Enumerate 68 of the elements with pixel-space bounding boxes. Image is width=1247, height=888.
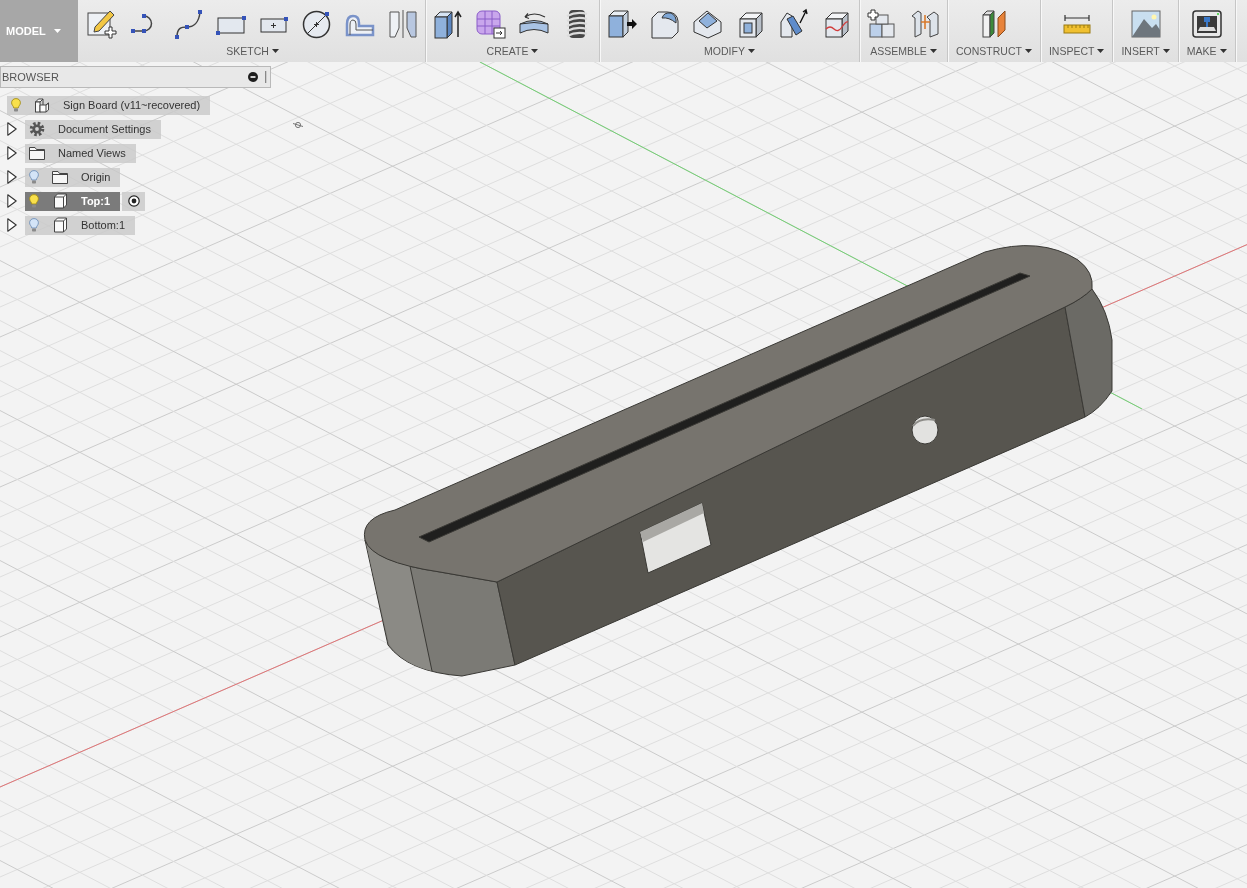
expand-arrow-icon[interactable] [7,146,17,160]
caret-icon [53,29,61,33]
expand-arrow-icon[interactable] [7,122,17,136]
expand-arrow-icon[interactable] [7,170,17,184]
expand-arrow-icon[interactable] [7,218,17,232]
box-arrow-icon [606,8,638,40]
lightbulb-icon[interactable] [29,170,39,184]
tool-button[interactable] [86,8,118,40]
lightbulb-icon[interactable] [29,194,39,208]
boxes-icon [34,97,50,113]
joint-parts-icon [909,8,941,40]
viewport-canvas[interactable]: BROWSER Sign Board (v11~recovered) Document Settings Named Views Origin Top:1 Bottom:1 [0,62,1247,888]
folder-icon [29,145,45,161]
toolbar-menu-button[interactable]: INSPECT [1046,45,1107,57]
tool-button[interactable] [1190,8,1223,40]
resize-handle[interactable] [265,71,267,83]
caret-icon [271,49,279,53]
fillet-box-icon [649,8,681,40]
tool-button[interactable] [301,8,333,40]
landscape-picture-icon [1129,8,1162,40]
caret-icon [1024,49,1032,53]
mirror-shapes-icon [387,8,419,40]
tool-button[interactable] [172,8,204,40]
tree-item[interactable]: Bottom:1 [25,215,136,235]
pivot-icon [292,121,304,129]
tree-item[interactable]: Document Settings [25,119,161,139]
grid-box-icon [475,8,507,40]
cube-icon [52,217,68,233]
tool-button[interactable] [778,8,810,40]
draft-face-icon [778,8,810,40]
gear-icon [29,121,45,137]
toolbar-menu-button[interactable]: ASSEMBLE [868,45,939,57]
caret-icon [1219,49,1227,53]
tool-button[interactable] [649,8,681,40]
toolbar-menu-button[interactable]: INSERT [1119,45,1172,57]
toolbar-menu-button[interactable]: CONSTRUCT [954,45,1034,57]
radio-dot-icon [127,195,140,207]
tool-button[interactable] [692,8,724,40]
circle-diameter-icon [301,8,333,40]
chamfer-box-icon [692,8,724,40]
caret-icon [1162,49,1170,53]
sketch-pencil-icon [86,8,118,40]
caret-icon [531,49,539,53]
lightbulb-icon[interactable] [11,98,21,112]
tree-item[interactable]: Top:1 [25,191,121,211]
toolbar-menu-button[interactable]: CREATE [484,45,541,57]
cube-icon [52,193,68,209]
browser-title: BROWSER [1,71,60,83]
expand-arrow-icon[interactable] [7,194,17,208]
3d-printer-icon [1190,8,1223,40]
caret-icon [929,49,937,53]
caret-icon [747,49,755,53]
lightbulb-icon[interactable] [29,218,39,232]
tool-button[interactable] [606,8,638,40]
toolbar-menu-button[interactable]: MAKE [1184,45,1229,57]
spline-curve-icon [172,8,204,40]
new-component-icon [866,8,898,40]
toolbar-menu-button[interactable]: SKETCH [224,45,281,57]
activate-radio[interactable] [122,191,146,211]
extrude-box-icon [432,8,464,40]
tool-button[interactable] [432,8,464,40]
caret-icon [1097,49,1105,53]
toolbar-menu-button[interactable]: MODIFY [702,45,757,57]
tree-item[interactable]: Named Views [25,143,136,163]
minimize-icon[interactable] [248,72,258,82]
folder-icon [52,169,68,185]
tree-item[interactable]: Sign Board (v11~recovered) [7,95,211,115]
tree-item[interactable]: Origin [25,167,121,187]
